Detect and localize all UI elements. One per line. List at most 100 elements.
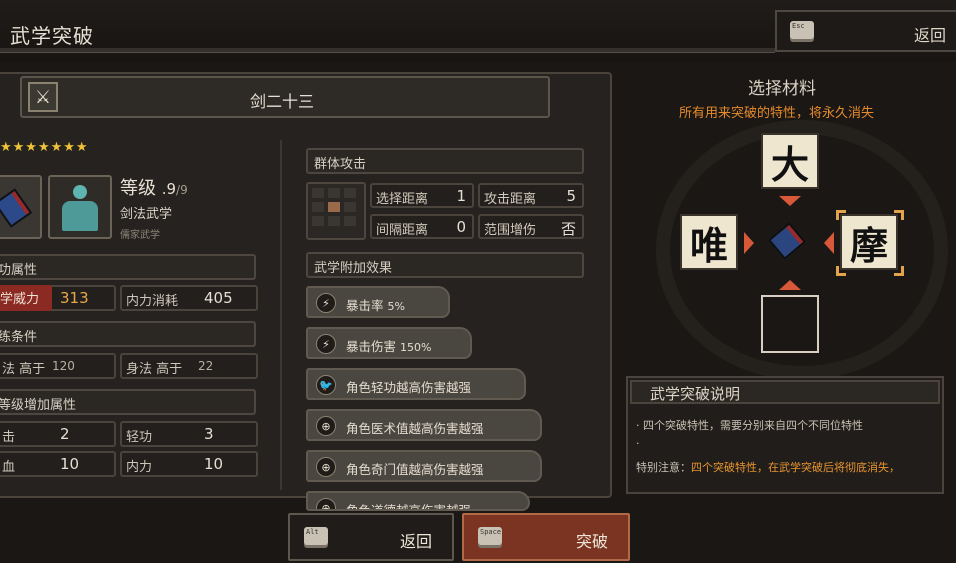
attack-area-icon <box>306 182 366 240</box>
effects-header: 武学附加效果 <box>306 252 584 278</box>
material-slot-right[interactable]: 摩 <box>840 214 898 270</box>
selection-corner <box>836 266 846 276</box>
selection-corner <box>894 210 904 220</box>
area-cell <box>344 202 356 212</box>
skill-portrait <box>48 175 112 239</box>
esc-back-label: 返回 <box>913 26 946 45</box>
interval-label: 间隔距离 <box>376 223 429 238</box>
lightning-icon: ⚡ <box>316 293 336 313</box>
arrow-right-icon <box>744 232 754 254</box>
select-range-value: 1 <box>456 187 466 205</box>
bonus-2-value: 3 <box>204 425 214 443</box>
compass-icon: ⊕ <box>316 457 336 477</box>
explain-title: 武学突破说明 <box>630 380 940 404</box>
space-key-icon: Space <box>478 527 502 545</box>
bonus-2-label: 轻功 <box>126 430 153 445</box>
bonus-3: 血 10 <box>0 451 116 477</box>
materials-warning: 所有用来突破的特性，将永久消失 <box>679 106 875 121</box>
explain-line-2: · <box>636 437 640 450</box>
interval-stat: 间隔距离 0 <box>370 214 474 239</box>
rarity-stars: ★★★★★★★ <box>0 140 89 155</box>
attack-type-header: 群体攻击 <box>306 148 584 174</box>
header-divider-line <box>0 52 775 53</box>
level-bonus-header: 等级增加属性 <box>0 389 256 415</box>
power-label: 学威力 <box>0 285 52 311</box>
attack-range-value: 5 <box>566 187 576 205</box>
book-icon <box>0 188 33 228</box>
esc-back-button[interactable]: Esc 返回 <box>775 10 956 52</box>
area-cell-center <box>328 202 340 212</box>
area-cell <box>312 188 324 198</box>
condition-2-label: 身法 高于 <box>126 362 183 377</box>
page-title: 武学突破 <box>10 24 94 48</box>
area-cell <box>344 188 356 198</box>
power-value: 313 <box>60 289 89 307</box>
attack-range-stat: 攻击距离 5 <box>478 183 584 208</box>
area-cell <box>312 202 324 212</box>
arrow-left-icon <box>824 232 834 254</box>
breakthrough-button[interactable]: Space 突破 <box>462 513 630 561</box>
conditions-header: 练条件 <box>0 321 256 347</box>
bonus-1: 击 2 <box>0 421 116 447</box>
column-divider <box>280 140 282 490</box>
bonus-1-value: 2 <box>60 425 70 443</box>
condition-1: 法 高于 120 <box>0 353 116 379</box>
material-slot-left[interactable]: 唯 <box>680 214 738 270</box>
back-button[interactable]: Alt 返回 <box>288 513 454 561</box>
effect-item[interactable]: ⊕ 角色医术值越高伤害越强 <box>306 409 542 441</box>
arrow-down-icon <box>779 196 801 206</box>
bonus-1-label: 击 <box>2 430 16 445</box>
selection-corner <box>836 210 846 220</box>
aoe-label: 范围增伤 <box>484 223 537 238</box>
condition-1-label: 法 高于 <box>2 362 46 377</box>
skill-level: 等级 .9/9 <box>120 174 188 200</box>
lightning-icon: ⚡ <box>316 334 336 354</box>
level-max: /9 <box>176 183 188 197</box>
skill-style: 剑法武学 <box>120 207 173 222</box>
area-cell <box>344 216 356 226</box>
mana-label: 内力消耗 <box>126 294 179 309</box>
bonus-3-value: 10 <box>60 455 80 473</box>
mana-value: 405 <box>204 289 233 307</box>
portrait-head <box>73 185 87 199</box>
select-range-label: 选择距离 <box>376 192 429 207</box>
bonus-3-label: 血 <box>2 460 16 475</box>
bonus-4: 内力 10 <box>120 451 258 477</box>
explain-line-3: 特别注意：四个突破特性，在武学突破后将彻底消失， <box>636 461 900 474</box>
bonus-4-value: 10 <box>204 455 224 473</box>
effect-item[interactable]: ⊕ 角色奇门值越高伤害越强 <box>306 450 542 482</box>
power-stat: 学威力 313 <box>0 285 116 311</box>
materials-title: 选择材料 <box>748 79 816 99</box>
selection-corner <box>894 266 904 276</box>
effect-item[interactable]: ⚡ 暴击率 5% <box>306 286 450 318</box>
condition-2: 身法 高于 22 <box>120 353 258 379</box>
area-cell <box>328 188 340 198</box>
compass-icon: ⊕ <box>316 498 336 509</box>
esc-key-icon: Esc <box>790 21 814 39</box>
attributes-header: 功属性 <box>0 254 256 280</box>
level-label: 等级 <box>120 178 156 199</box>
effect-item[interactable]: ⊕ 角色道德越高伤害越强 <box>306 491 530 511</box>
alt-key-icon: Alt <box>304 527 328 545</box>
mana-stat: 内力消耗 405 <box>120 285 258 311</box>
interval-value: 0 <box>456 218 466 236</box>
bird-icon: 🐦 <box>316 375 336 395</box>
material-slot-top[interactable]: 大 <box>761 133 819 189</box>
effect-item[interactable]: ⚡ 暴击伤害 150% <box>306 327 472 359</box>
level-current: .9 <box>161 180 177 198</box>
portrait-body <box>62 201 98 231</box>
skill-book-slot <box>0 175 42 239</box>
area-cell <box>328 216 340 226</box>
aoe-value: 否 <box>560 220 576 238</box>
back-button-label: 返回 <box>399 532 432 551</box>
effect-item[interactable]: 🐦 角色轻功越高伤害越强 <box>306 368 526 400</box>
arrow-up-icon <box>779 280 801 290</box>
area-cell <box>312 216 324 226</box>
bonus-4-label: 内力 <box>126 460 153 475</box>
skill-name: 剑二十三 <box>250 92 315 111</box>
sword-icon: ⚔ <box>28 82 58 112</box>
explain-line-1: · 四个突破特性，需要分别来自四个不同位特性 <box>636 419 863 432</box>
condition-1-value: 120 <box>52 359 75 373</box>
material-slot-bottom[interactable] <box>761 295 819 353</box>
attack-range-label: 攻击距离 <box>484 192 537 207</box>
